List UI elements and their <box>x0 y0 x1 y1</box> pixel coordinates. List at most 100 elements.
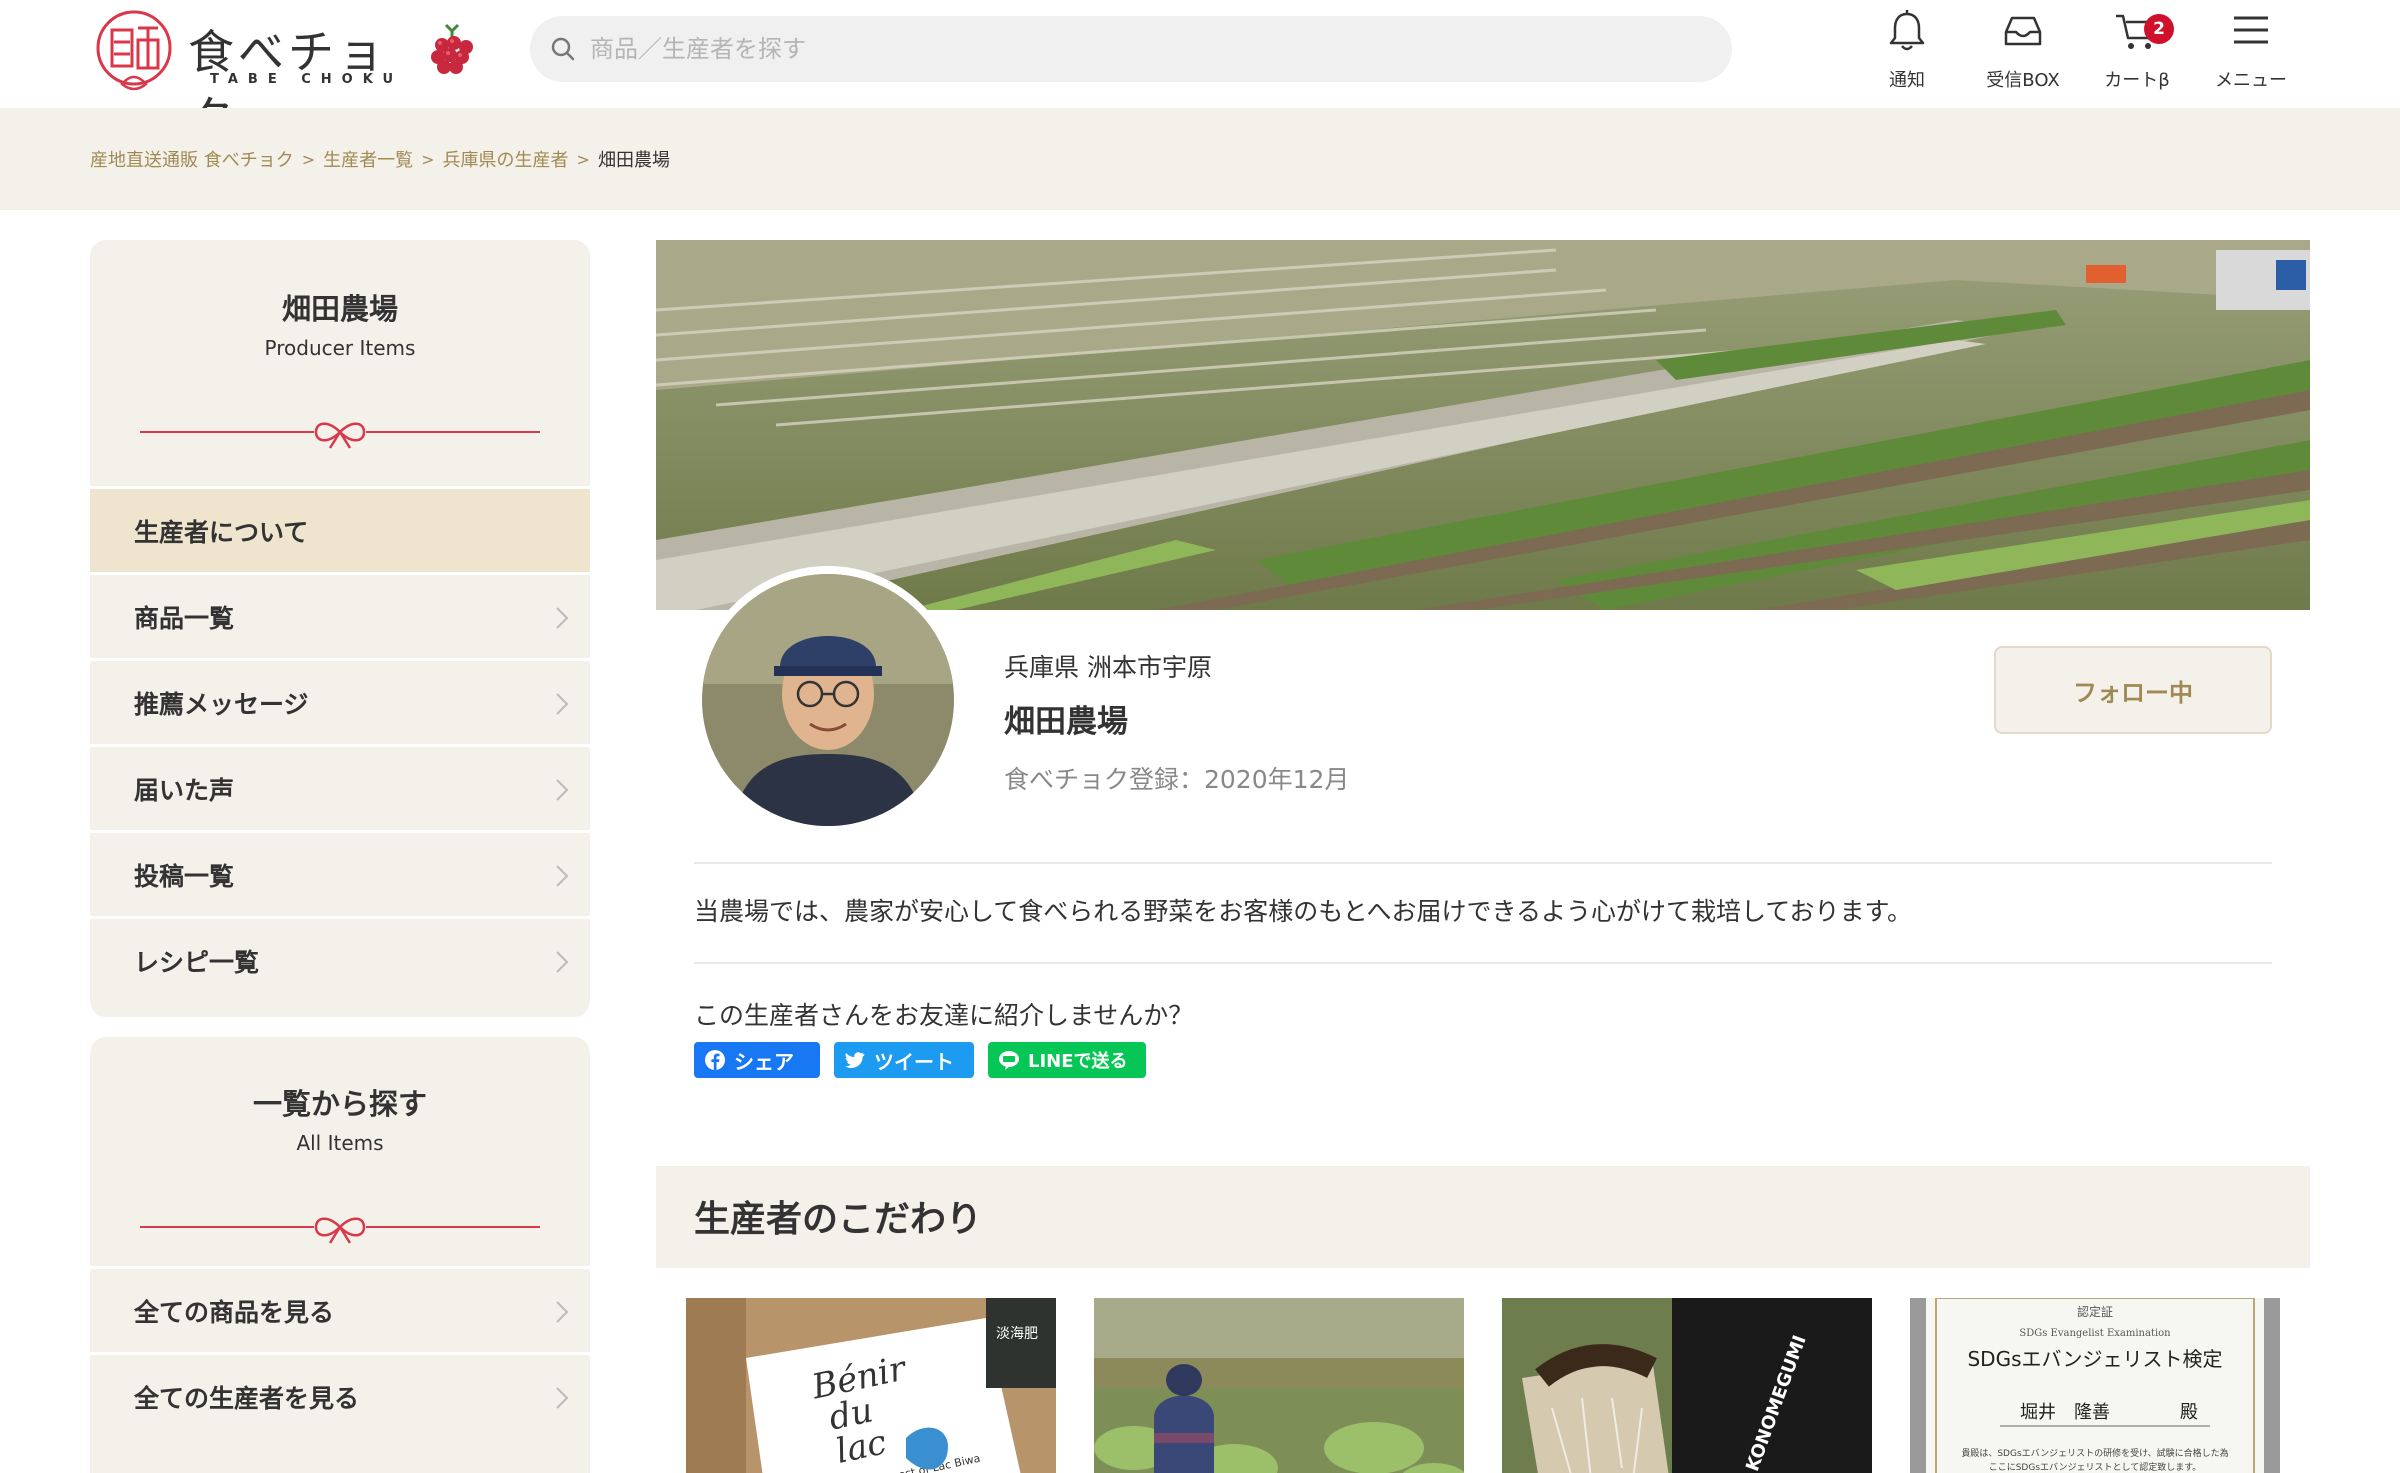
breadcrumb-separator: > <box>301 149 316 169</box>
search-bar[interactable] <box>530 16 1732 82</box>
producer-location: 兵庫県 洲本市宇原 <box>1004 653 1212 682</box>
sidebar-item-label: 全ての商品を見る <box>134 1297 335 1327</box>
soil-roots-product-image: KONOMEGUMI <box>1502 1298 1872 1473</box>
search-icon <box>551 37 575 61</box>
line-share-button[interactable]: LINEで送る <box>988 1042 1146 1078</box>
sidebar-item-label: 投稿一覧 <box>134 861 235 891</box>
breadcrumb-separator: > <box>421 149 435 169</box>
sidebar-item-label: レシピ一覧 <box>134 947 260 977</box>
sidebar-item-all-products[interactable]: 全ての商品を見る <box>90 1266 590 1352</box>
producer-portrait-image <box>702 574 954 826</box>
bell-icon <box>1889 10 1925 51</box>
certificate-header: 認定証 <box>2077 1304 2113 1319</box>
certificate-subheader: SDGs Evangelist Examination <box>2019 1328 2171 1339</box>
sidebar-browse-subtitle: All Items <box>296 1131 384 1155</box>
producer-name: 畑田農場 <box>1004 704 1128 740</box>
producer-intro: 当農場では、農家が安心して食べられる野菜をお客様のもとへお届けできるよう心がけて… <box>694 897 1913 926</box>
sidebar-item-label: 推薦メッセージ <box>134 689 309 719</box>
chevron-right-icon <box>556 779 569 801</box>
producer-sidebar: 畑田農場 Producer Items 生産者について 商品一覧 推薦メッセージ… <box>90 240 590 1017</box>
inbox-label: 受信BOX <box>1986 70 2060 91</box>
chevron-right-icon <box>556 1301 569 1323</box>
divider <box>694 862 2272 864</box>
sidebar-item-products[interactable]: 商品一覧 <box>90 572 590 658</box>
sidebar-item-label: 全ての生産者を見る <box>134 1383 360 1413</box>
compost-bag-image: 淡海肥 Bénir du lac Waterweed compost of La… <box>686 1298 1056 1473</box>
cover-image <box>656 240 2310 610</box>
twitter-share-label: ツイート <box>874 1049 954 1074</box>
certificate-honorific: 殿 <box>2180 1402 2198 1423</box>
cart-label: カートβ <box>2104 70 2170 91</box>
search-input[interactable] <box>590 35 1690 63</box>
farm-field-image <box>656 240 2310 610</box>
divider <box>694 962 2272 964</box>
commitment-thumbnail-4[interactable]: 認定証 SDGs Evangelist Examination SDGsエバンジ… <box>1910 1298 2280 1473</box>
site-header: 食べチョク TABE CHOKU 通知 <box>0 0 2400 145</box>
certificate-name: 堀井 隆善 <box>2020 1402 2110 1423</box>
sidebar-item-posts[interactable]: 投稿一覧 <box>90 830 590 916</box>
sidebar-item-recommend[interactable]: 推薦メッセージ <box>90 658 590 744</box>
certificate-image: 認定証 SDGs Evangelist Examination SDGsエバンジ… <box>1910 1298 2280 1473</box>
chevron-right-icon <box>556 693 569 715</box>
commitment-thumbnail-3[interactable]: KONOMEGUMI <box>1502 1298 1872 1473</box>
chevron-right-icon <box>556 951 569 973</box>
logo-mark-icon <box>96 10 172 91</box>
ribbon-divider-icon <box>140 1217 540 1244</box>
section-title: 生産者のこだわり <box>694 1199 983 1240</box>
raspberry-icon <box>431 23 473 74</box>
share-prompt: この生産者さんをお友達に紹介しませんか？ <box>694 1001 1194 1030</box>
follow-button[interactable]: フォロー中 <box>1994 646 2272 734</box>
certificate-title: SDGsエバンジェリスト検定 <box>1967 1347 2222 1371</box>
sidebar-item-label: 届いた声 <box>134 775 235 805</box>
menu-icon <box>2234 16 2268 44</box>
sidebar-item-label: 生産者について <box>134 517 309 547</box>
share-buttons: シェア ツイート LINEで送る <box>694 1042 1146 1078</box>
sidebar-browse-title: 一覧から探す <box>252 1087 427 1121</box>
commitment-section-header: 生産者のこだわり <box>656 1166 2310 1268</box>
certificate-body-1: 貴殿は、SDGsエバンジェリストの研修を受け、試験に合格した為 <box>1961 1447 2228 1459</box>
line-icon <box>999 1051 1019 1070</box>
ribbon-divider-icon <box>140 422 540 449</box>
sidebar-item-reviews[interactable]: 届いた声 <box>90 744 590 830</box>
notification-button[interactable]: 通知 <box>1852 8 1962 92</box>
breadcrumb-separator: > <box>576 149 590 169</box>
menu-button[interactable]: メニュー <box>2196 8 2306 92</box>
sidebar-item-recipes[interactable]: レシピ一覧 <box>90 916 590 1002</box>
facebook-icon <box>705 1050 725 1070</box>
menu-label: メニュー <box>2215 70 2287 91</box>
certificate-body-2: ここにSDGsエバンジェリストとして認定致します。 <box>1989 1461 2202 1473</box>
registration-date: 食べチョク登録：2020年12月 <box>1004 765 1350 794</box>
inbox-icon <box>2004 16 2042 46</box>
notification-label: 通知 <box>1889 70 1925 91</box>
commitment-thumbnail-2[interactable] <box>1094 1298 1464 1473</box>
breadcrumb-link-home[interactable]: 産地直送通販 食べチョク <box>90 146 294 172</box>
logo-romaji: TABE CHOKU <box>210 72 404 87</box>
sidebar-item-about[interactable]: 生産者について <box>90 486 590 572</box>
twitter-share-button[interactable]: ツイート <box>834 1042 974 1078</box>
breadcrumb-link-producers[interactable]: 生産者一覧 <box>323 146 413 172</box>
chevron-right-icon <box>556 1387 569 1409</box>
browse-sidebar: 一覧から探す All Items 全ての商品を見る 全ての生産者を見る <box>90 1037 590 1473</box>
chevron-right-icon <box>556 607 569 629</box>
breadcrumb-link-prefecture[interactable]: 兵庫県の生産者 <box>443 146 569 172</box>
cart-button[interactable]: 2 カートβ <box>2082 8 2192 92</box>
twitter-bird-icon <box>845 1052 865 1069</box>
commitment-thumbnail-1[interactable]: 淡海肥 Bénir du lac Waterweed compost of La… <box>686 1298 1056 1473</box>
bag-label-text: 淡海肥 <box>996 1326 1038 1342</box>
cart-count-badge: 2 <box>2144 14 2174 44</box>
sidebar-producer-subtitle: Producer Items <box>264 336 416 360</box>
breadcrumb: 産地直送通販 食べチョク > 生産者一覧 > 兵庫県の生産者 > 畑田農場 <box>90 146 670 172</box>
sidebar-item-label: 商品一覧 <box>134 603 235 633</box>
facebook-share-label: シェア <box>734 1049 794 1074</box>
inbox-button[interactable]: 受信BOX <box>1968 8 2078 92</box>
sidebar-producer-title: 畑田農場 <box>281 292 398 326</box>
facebook-share-button[interactable]: シェア <box>694 1042 820 1078</box>
breadcrumb-band: 産地直送通販 食べチョク > 生産者一覧 > 兵庫県の生産者 > 畑田農場 <box>0 108 2400 210</box>
producer-avatar <box>694 566 962 834</box>
breadcrumb-current: 畑田農場 <box>597 150 670 171</box>
sidebar-item-all-producers[interactable]: 全ての生産者を見る <box>90 1352 590 1438</box>
chevron-right-icon <box>556 865 569 887</box>
line-share-label: LINEで送る <box>1028 1051 1128 1072</box>
farmer-in-field-image <box>1094 1298 1464 1473</box>
site-logo[interactable]: 食べチョク TABE CHOKU <box>92 8 492 145</box>
